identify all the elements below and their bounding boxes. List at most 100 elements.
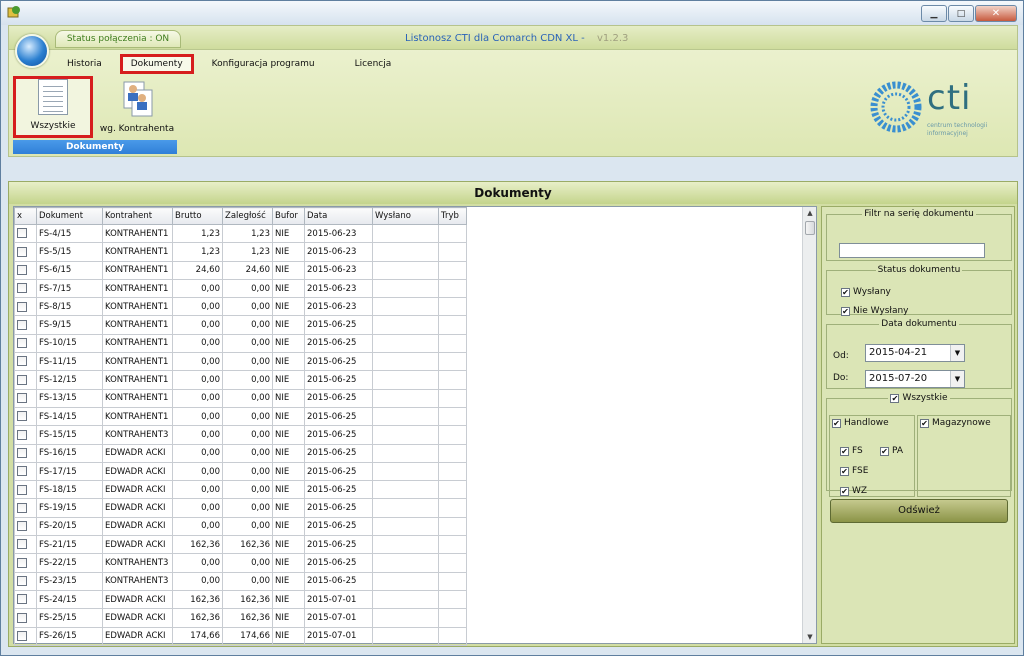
- row-checkbox[interactable]: [17, 429, 27, 440]
- row-select-cell[interactable]: [14, 626, 37, 646]
- checkbox-icon[interactable]: ✔: [840, 486, 849, 496]
- chevron-down-icon[interactable]: ▼: [950, 371, 964, 387]
- row-select-cell[interactable]: [14, 242, 37, 262]
- fs-checkbox[interactable]: ✔ FS: [840, 446, 863, 456]
- row-select-cell[interactable]: [14, 589, 37, 610]
- row-checkbox[interactable]: [17, 228, 27, 239]
- by-contractor-button[interactable]: wg. Kontrahenta: [97, 76, 177, 138]
- wz-checkbox[interactable]: ✔ WZ: [840, 486, 867, 496]
- table-row[interactable]: FS-6/15 KONTRAHENT1 24,60 24,60 NIE 2015-06-2…: [14, 260, 467, 280]
- minimize-button[interactable]: ▁: [921, 5, 947, 22]
- checkbox-icon[interactable]: ✔: [841, 287, 850, 297]
- date-from-picker[interactable]: 2015-04-21 ▼: [865, 344, 965, 362]
- column-header[interactable]: Zaległość: [222, 207, 273, 225]
- series-filter-input[interactable]: [839, 243, 985, 258]
- row-select-cell[interactable]: [14, 278, 37, 299]
- row-select-cell[interactable]: [14, 388, 37, 408]
- menu-licencja[interactable]: Licencja: [347, 54, 400, 74]
- column-header[interactable]: Data: [304, 207, 373, 225]
- row-checkbox[interactable]: [17, 338, 27, 349]
- pa-checkbox[interactable]: ✔ PA: [880, 446, 903, 456]
- row-checkbox[interactable]: [17, 521, 27, 532]
- column-header[interactable]: Dokument: [36, 207, 103, 225]
- table-row[interactable]: FS-24/15 EDWADR ACKI 162,36 162,36 NIE 2015-0…: [14, 589, 467, 610]
- row-checkbox[interactable]: [17, 411, 27, 422]
- table-row[interactable]: FS-9/15 KONTRAHENT1 0,00 0,00 NIE 2015-06-25: [14, 315, 467, 335]
- row-checkbox[interactable]: [17, 301, 27, 312]
- table-row[interactable]: FS-21/15 EDWADR ACKI 162,36 162,36 NIE 2015-0…: [14, 535, 467, 555]
- maximize-button[interactable]: □: [948, 5, 974, 22]
- all-documents-button[interactable]: Wszystkie: [13, 76, 93, 138]
- row-checkbox[interactable]: [17, 502, 27, 513]
- row-checkbox[interactable]: [17, 447, 27, 458]
- row-checkbox[interactable]: [17, 283, 27, 294]
- menu-dokumenty[interactable]: Dokumenty: [119, 54, 194, 74]
- trade-checkbox[interactable]: ✔ Handlowe: [832, 418, 889, 428]
- column-header[interactable]: Tryb: [438, 207, 467, 225]
- row-select-cell[interactable]: [14, 535, 37, 555]
- row-select-cell[interactable]: [14, 352, 37, 372]
- row-select-cell[interactable]: [14, 333, 37, 354]
- row-select-cell[interactable]: [14, 297, 37, 317]
- row-select-cell[interactable]: [14, 223, 37, 244]
- scroll-thumb[interactable]: [805, 221, 815, 235]
- row-checkbox[interactable]: [17, 630, 27, 641]
- chevron-down-icon[interactable]: ▼: [950, 345, 964, 361]
- row-select-cell[interactable]: [14, 425, 37, 445]
- refresh-button[interactable]: Odśwież: [830, 499, 1008, 523]
- table-row[interactable]: FS-22/15 KONTRAHENT3 0,00 0,00 NIE 2015-06-25: [14, 553, 467, 573]
- row-select-cell[interactable]: [14, 370, 37, 390]
- row-checkbox[interactable]: [17, 484, 27, 495]
- table-row[interactable]: FS-19/15 EDWADR ACKI 0,00 0,00 NIE 2015-06-25: [14, 498, 467, 518]
- table-row[interactable]: FS-23/15 KONTRAHENT3 0,00 0,00 NIE 2015-06-25: [14, 571, 467, 591]
- column-header[interactable]: Kontrahent: [102, 207, 173, 225]
- row-select-cell[interactable]: [14, 571, 37, 591]
- column-header[interactable]: Brutto: [172, 207, 223, 225]
- table-row[interactable]: FS-13/15 KONTRAHENT1 0,00 0,00 NIE 2015-06-25: [14, 388, 467, 408]
- checkbox-icon[interactable]: ✔: [920, 418, 929, 428]
- row-checkbox[interactable]: [17, 557, 27, 568]
- row-checkbox[interactable]: [17, 374, 27, 385]
- status-sent-checkbox[interactable]: ✔ Wysłany: [841, 287, 891, 297]
- row-checkbox[interactable]: [17, 466, 27, 477]
- column-header[interactable]: x: [14, 207, 37, 225]
- warehouse-checkbox[interactable]: ✔ Magazynowe: [920, 418, 991, 428]
- vertical-scrollbar[interactable]: ▲ ▼: [802, 207, 816, 643]
- row-select-cell[interactable]: [14, 443, 37, 463]
- date-to-picker[interactable]: 2015-07-20 ▼: [865, 370, 965, 388]
- table-row[interactable]: FS-25/15 EDWADR ACKI 162,36 162,36 NIE 2015-0…: [14, 608, 467, 628]
- row-select-cell[interactable]: [14, 260, 37, 280]
- column-header[interactable]: Wysłano: [372, 207, 439, 225]
- checkbox-icon[interactable]: ✔: [832, 418, 841, 428]
- row-select-cell[interactable]: [14, 406, 37, 427]
- row-checkbox[interactable]: [17, 319, 27, 330]
- checkbox-icon[interactable]: ✔: [880, 446, 889, 456]
- menu-historia[interactable]: Historia: [59, 54, 110, 74]
- table-row[interactable]: FS-12/15 KONTRAHENT1 0,00 0,00 NIE 2015-06-25: [14, 370, 467, 390]
- column-header[interactable]: Bufor: [272, 207, 305, 225]
- table-row[interactable]: FS-4/15 KONTRAHENT1 1,23 1,23 NIE 2015-06-23: [14, 223, 467, 244]
- row-checkbox[interactable]: [17, 576, 27, 587]
- scroll-down-icon[interactable]: ▼: [803, 631, 817, 643]
- row-select-cell[interactable]: [14, 315, 37, 335]
- row-select-cell[interactable]: [14, 498, 37, 518]
- table-row[interactable]: FS-8/15 KONTRAHENT1 0,00 0,00 NIE 2015-06-23: [14, 297, 467, 317]
- row-checkbox[interactable]: [17, 246, 27, 257]
- all-types-checkbox[interactable]: ✔ Wszystkie: [888, 393, 949, 403]
- table-row[interactable]: FS-11/15 KONTRAHENT1 0,00 0,00 NIE 2015-06-25: [14, 352, 467, 372]
- row-select-cell[interactable]: [14, 553, 37, 573]
- row-select-cell[interactable]: [14, 480, 37, 500]
- row-checkbox[interactable]: [17, 594, 27, 605]
- row-select-cell[interactable]: [14, 608, 37, 628]
- close-button[interactable]: ✕: [975, 5, 1017, 22]
- table-row[interactable]: FS-15/15 KONTRAHENT3 0,00 0,00 NIE 2015-06-25: [14, 425, 467, 445]
- checkbox-icon[interactable]: ✔: [890, 393, 900, 403]
- menu-konfiguracja[interactable]: Konfiguracja programu: [204, 54, 323, 74]
- status-not-sent-checkbox[interactable]: ✔ Nie Wysłany: [841, 306, 909, 316]
- checkbox-icon[interactable]: ✔: [840, 466, 849, 476]
- row-checkbox[interactable]: [17, 264, 27, 275]
- row-select-cell[interactable]: [14, 516, 37, 537]
- checkbox-icon[interactable]: ✔: [840, 446, 849, 456]
- scroll-up-icon[interactable]: ▲: [803, 207, 817, 219]
- table-row[interactable]: FS-5/15 KONTRAHENT1 1,23 1,23 NIE 2015-06-23: [14, 242, 467, 262]
